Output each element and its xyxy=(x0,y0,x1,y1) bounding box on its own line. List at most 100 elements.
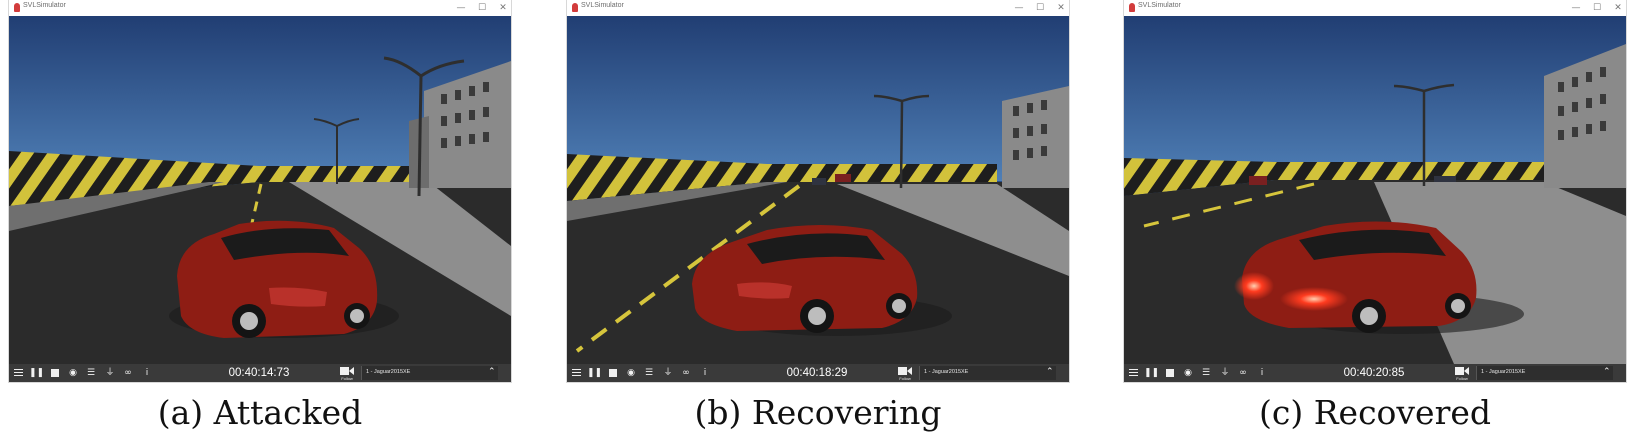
simulator-window: SVLSimulator — ☐ ✕ xyxy=(1124,0,1626,382)
app-logo-icon xyxy=(1129,3,1135,12)
vehicle-select[interactable]: 1 - Jaguar2015XE ⌃ xyxy=(361,366,498,380)
minimize-button[interactable]: — xyxy=(453,1,469,15)
app-title: SVLSimulator xyxy=(581,2,624,9)
chevron-up-icon: ⌃ xyxy=(488,367,496,377)
simulation-viewport[interactable] xyxy=(1124,16,1626,364)
visibility-button[interactable]: ◉ xyxy=(66,366,80,380)
simulation-viewport[interactable] xyxy=(9,16,511,364)
plug-icon: ⏚ xyxy=(663,368,673,378)
menu-button[interactable] xyxy=(11,366,25,380)
minimize-button[interactable]: — xyxy=(1568,1,1584,15)
app-logo-icon xyxy=(14,3,20,12)
camera-mode-label: Follow xyxy=(899,376,911,381)
stop-button[interactable] xyxy=(48,366,62,380)
pause-icon: ❚❚ xyxy=(1144,368,1160,378)
title-bar: SVLSimulator — ☐ ✕ xyxy=(1124,0,1626,17)
pause-button[interactable]: ❚❚ xyxy=(1144,366,1160,380)
pause-icon: ❚❚ xyxy=(587,368,603,378)
menu-button[interactable] xyxy=(569,366,583,380)
info-button[interactable]: i xyxy=(1255,366,1269,380)
subfigure-caption: (c) Recovered xyxy=(1258,393,1492,432)
sliders-icon: ☰ xyxy=(86,368,96,378)
pause-icon: ❚❚ xyxy=(29,368,45,378)
info-icon: i xyxy=(145,368,149,378)
distant-car xyxy=(1249,176,1267,185)
visibility-button[interactable]: ◉ xyxy=(624,366,638,380)
camera-mode-label: Follow xyxy=(1456,376,1468,381)
simulator-window: SVLSimulator — ☐ ✕ xyxy=(567,0,1069,382)
info-button[interactable]: i xyxy=(698,366,712,380)
camera-mode-label: Follow xyxy=(341,376,353,381)
sliders-icon: ☰ xyxy=(644,368,654,378)
menu-icon xyxy=(13,369,23,376)
screenshot-panel-a: SVLSimulator — ☐ ✕ ❚❚ ◉ ☰ ⏚ ∞ i 00:40:14… xyxy=(9,0,511,445)
pause-button[interactable]: ❚❚ xyxy=(587,366,603,380)
eye-icon: ◉ xyxy=(627,368,635,378)
title-bar: SVLSimulator — ☐ ✕ xyxy=(567,0,1069,17)
chevron-up-icon: ⌃ xyxy=(1603,367,1611,377)
bridge-button[interactable]: ∞ xyxy=(1236,366,1250,380)
taillight-left xyxy=(1234,272,1274,300)
vehicle-name: 1 - Jaguar2015XE xyxy=(366,369,411,375)
plugins-button[interactable]: ⏚ xyxy=(1218,366,1232,380)
subfigure-caption: (a) Attacked xyxy=(157,393,363,432)
distant-car xyxy=(835,174,851,182)
stop-icon xyxy=(51,368,59,377)
camera-icon[interactable] xyxy=(898,366,912,376)
taillight-center xyxy=(1280,287,1348,311)
subfigure-caption: (b) Recovering xyxy=(694,393,942,432)
eye-icon: ◉ xyxy=(69,368,77,378)
plug-icon: ⏚ xyxy=(105,368,115,378)
vehicle-select[interactable]: 1 - Jaguar2015XE ⌃ xyxy=(1476,366,1613,380)
info-button[interactable]: i xyxy=(140,366,154,380)
control-bar: ❚❚ ◉ ☰ ⏚ ∞ i 00:40:20:85 Follow 1 - Jagu… xyxy=(1124,364,1626,382)
camera-icon[interactable] xyxy=(340,366,354,376)
info-icon: i xyxy=(703,368,707,378)
simulation-timer: 00:40:18:29 xyxy=(786,367,848,379)
maximize-button[interactable]: ☐ xyxy=(1032,1,1048,15)
app-title: SVLSimulator xyxy=(23,2,66,9)
close-button[interactable]: ✕ xyxy=(1053,1,1069,15)
simulation-viewport[interactable] xyxy=(567,16,1069,364)
menu-icon xyxy=(1128,369,1138,376)
settings-button[interactable]: ☰ xyxy=(642,366,656,380)
simulation-timer: 00:40:14:73 xyxy=(228,367,290,379)
vehicle-name: 1 - Jaguar2015XE xyxy=(1481,369,1526,375)
vehicle-name: 1 - Jaguar2015XE xyxy=(924,369,969,375)
bridge-button[interactable]: ∞ xyxy=(121,366,135,380)
visibility-button[interactable]: ◉ xyxy=(1181,366,1195,380)
bridge-button[interactable]: ∞ xyxy=(679,366,693,380)
control-bar: ❚❚ ◉ ☰ ⏚ ∞ i 00:40:14:73 Follow 1 - Jagu… xyxy=(9,364,511,382)
plugins-button[interactable]: ⏚ xyxy=(103,366,117,380)
distant-car xyxy=(1434,176,1456,182)
link-icon: ∞ xyxy=(682,368,690,378)
building xyxy=(1002,86,1069,188)
close-button[interactable]: ✕ xyxy=(495,1,511,15)
info-icon: i xyxy=(1260,368,1264,378)
app-logo-icon xyxy=(572,3,578,12)
close-button[interactable]: ✕ xyxy=(1610,1,1626,15)
menu-button[interactable] xyxy=(1126,366,1140,380)
vehicle-select[interactable]: 1 - Jaguar2015XE ⌃ xyxy=(919,366,1056,380)
pause-button[interactable]: ❚❚ xyxy=(29,366,45,380)
minimize-button[interactable]: — xyxy=(1011,1,1027,15)
simulator-window: SVLSimulator — ☐ ✕ xyxy=(9,0,511,382)
control-bar: ❚❚ ◉ ☰ ⏚ ∞ i 00:40:18:29 Follow 1 - Jagu… xyxy=(567,364,1069,382)
screenshot-panel-c: SVLSimulator — ☐ ✕ ❚❚ ◉ ☰ ⏚ ∞ i 00:40:20… xyxy=(1124,0,1626,445)
stop-icon xyxy=(1166,368,1174,377)
plugins-button[interactable]: ⏚ xyxy=(661,366,675,380)
link-icon: ∞ xyxy=(124,368,132,378)
settings-button[interactable]: ☰ xyxy=(84,366,98,380)
screenshot-panel-b: SVLSimulator — ☐ ✕ ❚❚ ◉ ☰ ⏚ ∞ i 00:40:18… xyxy=(567,0,1069,445)
maximize-button[interactable]: ☐ xyxy=(474,1,490,15)
app-title: SVLSimulator xyxy=(1138,2,1181,9)
camera-icon[interactable] xyxy=(1455,366,1469,376)
stop-button[interactable] xyxy=(1163,366,1177,380)
link-icon: ∞ xyxy=(1239,368,1247,378)
sky xyxy=(567,16,1069,181)
settings-button[interactable]: ☰ xyxy=(1199,366,1213,380)
stop-button[interactable] xyxy=(606,366,620,380)
eye-icon: ◉ xyxy=(1184,368,1192,378)
stop-icon xyxy=(609,368,617,377)
maximize-button[interactable]: ☐ xyxy=(1589,1,1605,15)
